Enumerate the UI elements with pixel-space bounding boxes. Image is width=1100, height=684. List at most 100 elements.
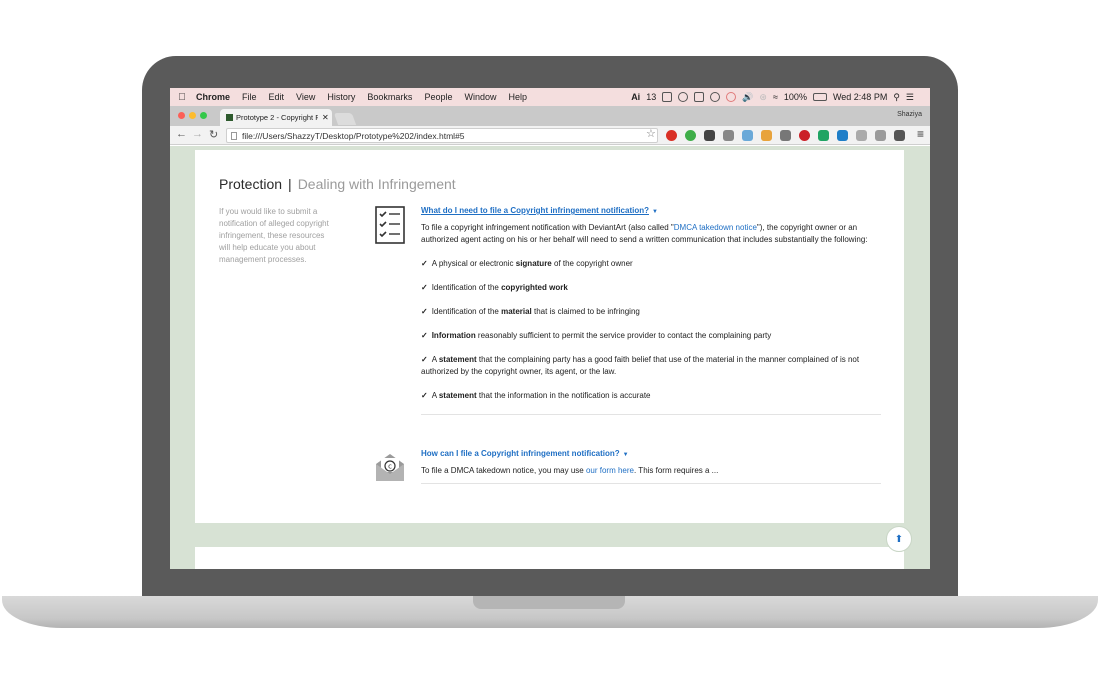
caret-down-icon: ▼ xyxy=(622,452,629,458)
item-bold: signature xyxy=(515,259,552,268)
divider xyxy=(421,414,881,415)
spotlight-icon[interactable]: ⚲ xyxy=(893,92,900,103)
check-icon: ✓ xyxy=(421,331,428,340)
calendar-new-icon[interactable] xyxy=(761,130,772,141)
window-controls xyxy=(178,112,207,119)
menu-view[interactable]: View xyxy=(296,92,315,102)
faq-item-requirements: What do I need to file a Copyright infri… xyxy=(421,206,881,415)
page-viewport: Protection | Dealing with Infringement If … xyxy=(170,146,930,569)
requirement-item: ✓ Identification of the copyrighted work xyxy=(421,282,881,294)
faq-question-text: How can I file a Copyright infringement … xyxy=(421,449,620,458)
gear-ext-icon[interactable] xyxy=(875,130,886,141)
faq-answer-intro: To file a copyright infringement notific… xyxy=(421,222,881,246)
back-arrow-icon[interactable]: ← xyxy=(176,128,187,140)
menu-history[interactable]: History xyxy=(327,92,355,102)
menubar-status-area: Ai 13 🔊 ⊛ ≈ 100% Wed 2:48 PM ⚲ ☰ xyxy=(631,88,914,106)
tab-title: Prototype 2 - Copyright Po xyxy=(236,113,318,122)
apple-icon[interactable]:  xyxy=(170,92,194,103)
check-icon: ✓ xyxy=(421,307,428,316)
title-separator: | xyxy=(288,176,292,192)
item-text: Identification of the xyxy=(431,283,502,292)
battery-percent: 100% xyxy=(783,92,807,102)
item-text: Identification of the xyxy=(431,307,502,316)
profile-name[interactable]: Shaziya xyxy=(897,111,922,118)
new-tab-button[interactable] xyxy=(333,113,357,125)
requirement-item: ✓ Identification of the material that is … xyxy=(421,306,881,318)
menu-bookmarks[interactable]: Bookmarks xyxy=(367,92,412,102)
time-machine-icon[interactable] xyxy=(726,92,737,102)
laptop-notch xyxy=(473,596,625,609)
notes-icon[interactable] xyxy=(662,92,673,102)
wifi-icon[interactable]: ≈ xyxy=(773,92,778,102)
menu-help[interactable]: Help xyxy=(508,92,527,102)
bluetooth-icon[interactable]: ⊛ xyxy=(759,92,767,103)
menu-window[interactable]: Window xyxy=(464,92,496,102)
page-title-main: Protection xyxy=(219,176,283,192)
menu-file[interactable]: File xyxy=(242,92,257,102)
forward-arrow-icon[interactable]: → xyxy=(192,128,203,140)
caret-down-icon: ▼ xyxy=(652,209,658,215)
item-text: of the copyright owner xyxy=(551,259,633,268)
battery-icon[interactable] xyxy=(812,93,827,101)
browser-tab[interactable]: Prototype 2 - Copyright Po ✕ xyxy=(220,109,332,126)
divider xyxy=(421,483,881,484)
bookmark-star-icon[interactable]: ☆ xyxy=(646,127,656,140)
requirement-item: ✓ A statement that the information in the… xyxy=(421,390,881,402)
dmca-link[interactable]: DMCA takedown notice xyxy=(674,223,757,232)
dropbox-icon[interactable] xyxy=(694,92,705,102)
screen:  Chrome File Edit View History Bookmark… xyxy=(170,88,930,569)
adblock-icon[interactable] xyxy=(666,130,677,141)
mac-menubar:  Chrome File Edit View History Bookmark… xyxy=(170,88,930,106)
timer-icon[interactable] xyxy=(742,130,753,141)
zoom-window-icon[interactable] xyxy=(200,112,207,119)
notification-center-icon[interactable]: ☰ xyxy=(906,92,914,103)
faq-question-requirements[interactable]: What do I need to file a Copyright infri… xyxy=(421,206,881,215)
drive-sync-icon[interactable] xyxy=(678,92,689,102)
evernote-status-icon[interactable] xyxy=(710,92,721,102)
minimize-window-icon[interactable] xyxy=(189,112,196,119)
evernote-icon[interactable] xyxy=(685,130,696,141)
item-bold: statement xyxy=(438,391,477,400)
requirement-item: ✓ Information reasonably sufficient to pe… xyxy=(421,330,881,342)
scroll-to-top-button[interactable]: ⬆ xyxy=(886,526,912,552)
dark-ext-icon[interactable] xyxy=(894,130,905,141)
pinterest-icon[interactable] xyxy=(799,130,810,141)
text-icon[interactable] xyxy=(856,130,867,141)
check-icon: ✓ xyxy=(421,355,428,364)
address-bar[interactable]: file:///Users/ShazzyT/Desktop/Prototype%… xyxy=(226,128,658,143)
item-bold: copyrighted work xyxy=(501,283,568,292)
menu-edit[interactable]: Edit xyxy=(269,92,285,102)
tab-favicon-icon xyxy=(226,114,233,121)
check-icon: ✓ xyxy=(421,283,428,292)
tab-close-icon[interactable]: ✕ xyxy=(322,113,329,122)
requirement-item: ✓ A physical or electronic signature of t… xyxy=(421,258,881,270)
answer-text-end: . This form requires a ... xyxy=(634,466,719,475)
menu-app-name[interactable]: Chrome xyxy=(196,92,230,102)
intro-text-start: To file a copyright infringement notific… xyxy=(421,223,674,232)
adobe-icon[interactable]: Ai xyxy=(631,92,640,102)
page-icon xyxy=(231,131,237,140)
drive-icon[interactable] xyxy=(818,130,829,141)
arrow-up-icon: ⬆ xyxy=(894,533,904,545)
font-icon[interactable] xyxy=(704,130,715,141)
item-text: A physical or electronic xyxy=(431,259,516,268)
requirement-item: ✓ A statement that the complaining party … xyxy=(421,354,881,378)
item-bold: statement xyxy=(438,355,477,364)
menu-people[interactable]: People xyxy=(424,92,452,102)
item-text: that is claimed to be infringing xyxy=(531,307,640,316)
eyedropper-icon[interactable] xyxy=(723,130,734,141)
faq-question-how-to-file[interactable]: How can I file a Copyright infringement … xyxy=(421,449,881,458)
answer-text-start: To file a DMCA takedown notice, you may … xyxy=(421,466,586,475)
form-link[interactable]: our form here xyxy=(586,466,634,475)
reload-icon[interactable]: ↻ xyxy=(209,128,218,141)
books-icon[interactable] xyxy=(780,130,791,141)
faq-item-how-to-file: How can I file a Copyright infringement … xyxy=(421,449,881,484)
content-card: Protection | Dealing with Infringement If … xyxy=(195,150,904,523)
chrome-menu-icon[interactable]: ≡ xyxy=(917,127,924,141)
s-icon[interactable] xyxy=(837,130,848,141)
volume-icon[interactable]: 🔊 xyxy=(742,92,753,103)
close-window-icon[interactable] xyxy=(178,112,185,119)
clock[interactable]: Wed 2:48 PM xyxy=(833,92,887,102)
faq-question-text: What do I need to file a Copyright infri… xyxy=(421,206,649,215)
copyright-envelope-icon: c xyxy=(376,454,404,481)
